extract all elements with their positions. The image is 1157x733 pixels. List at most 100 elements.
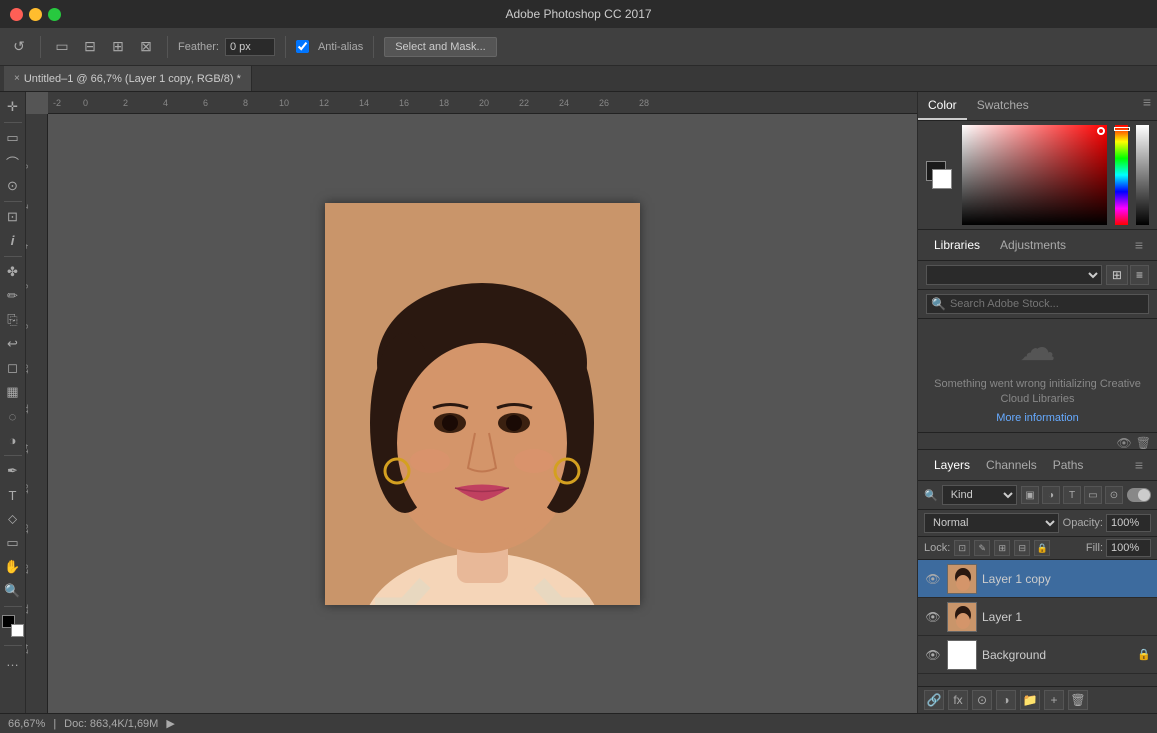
layer-visibility-layer1[interactable]: 👁 <box>924 610 942 624</box>
select-rect-icon[interactable]: ▭ <box>51 36 73 58</box>
layer-visibility-layer1copy[interactable]: 👁 <box>924 572 942 586</box>
background-color[interactable] <box>11 624 24 637</box>
eyedropper-tool-icon[interactable]: 𝒊 <box>2 230 24 252</box>
tab-close-icon[interactable]: × <box>14 73 20 84</box>
color-picker-row <box>918 121 1157 229</box>
svg-text:12: 12 <box>26 404 30 414</box>
eraser-tool-icon[interactable]: ◻ <box>2 357 24 379</box>
dodge-tool-icon[interactable]: ◑ <box>2 429 24 451</box>
select-rect-tool-icon[interactable]: ▭ <box>2 127 24 149</box>
layers-panel-menu-icon[interactable]: ≡ <box>1129 455 1149 475</box>
crop-tool-icon[interactable]: ⊡ <box>2 206 24 228</box>
filter-pixel-icon[interactable]: ▣ <box>1021 486 1039 504</box>
history-brush-icon[interactable]: ↩ <box>2 333 24 355</box>
libraries-dropdown[interactable] <box>926 265 1102 285</box>
shape-tool-icon[interactable]: ▭ <box>2 532 24 554</box>
add-fx-button[interactable]: fx <box>948 690 968 710</box>
color-panel-menu-icon[interactable]: ≡ <box>1137 92 1157 112</box>
clone-tool-icon[interactable]: ⎘ <box>2 309 24 331</box>
list-view-button[interactable]: ≡ <box>1130 265 1149 285</box>
filter-smart-icon[interactable]: ⊙ <box>1105 486 1123 504</box>
feather-input[interactable] <box>225 38 275 56</box>
svg-text:18: 18 <box>26 524 30 534</box>
lock-position-icon[interactable]: ✎ <box>974 540 990 556</box>
new-adjustment-button[interactable]: ◑ <box>996 690 1016 710</box>
select-subtract-icon[interactable]: ⊟ <box>79 36 101 58</box>
move-tool-icon[interactable]: ✛ <box>2 96 24 118</box>
tab-adjustments[interactable]: Adjustments <box>992 234 1074 256</box>
history-icon[interactable]: ↺ <box>8 36 30 58</box>
layer-item-background[interactable]: 👁 Background 🔒 <box>918 636 1157 674</box>
tab-channels[interactable]: Channels <box>978 454 1045 476</box>
add-mask-button[interactable]: ⊙ <box>972 690 992 710</box>
filter-type-icon[interactable]: T <box>1063 486 1081 504</box>
layer-item-layer1[interactable]: 👁 Layer 1 <box>918 598 1157 636</box>
layer-thumb-layer1 <box>947 602 977 632</box>
tool-separator-3 <box>4 256 22 257</box>
minimize-button[interactable] <box>29 8 42 21</box>
zoom-tool-icon[interactable]: 🔍 <box>2 580 24 602</box>
layer-item-layer1copy[interactable]: 👁 Layer 1 copy <box>918 560 1157 598</box>
tab-layers[interactable]: Layers <box>926 454 978 476</box>
libraries-more-info-link[interactable]: More information <box>996 412 1079 424</box>
libraries-toolbar: ⊞ ≡ <box>918 261 1157 290</box>
lock-artboard2-icon[interactable]: ⊟ <box>1014 540 1030 556</box>
canvas-image[interactable] <box>325 203 640 605</box>
hand-tool-icon[interactable]: ✋ <box>2 556 24 578</box>
libraries-eye-icon[interactable]: 👁 <box>1117 436 1132 450</box>
document-tab[interactable]: × Untitled–1 @ 66,7% (Layer 1 copy, RGB/… <box>4 66 252 91</box>
layer-kind-select[interactable]: Kind <box>942 485 1017 505</box>
select-mask-button[interactable]: Select and Mask... <box>384 37 497 57</box>
text-tool-icon[interactable]: T <box>2 484 24 506</box>
lock-pixels-icon[interactable]: ⊡ <box>954 540 970 556</box>
link-layers-button[interactable]: 🔗 <box>924 690 944 710</box>
maximize-button[interactable] <box>48 8 61 21</box>
libraries-search-input[interactable] <box>950 298 1144 310</box>
filter-shape-icon[interactable]: ▭ <box>1084 486 1102 504</box>
pen-tool-icon[interactable]: ✒ <box>2 460 24 482</box>
lasso-tool-icon[interactable]: ⌒ <box>2 151 24 173</box>
fill-input[interactable] <box>1106 539 1151 557</box>
quick-select-tool-icon[interactable]: ⊙ <box>2 175 24 197</box>
toolbar-separator-3 <box>285 36 286 58</box>
blend-mode-select[interactable]: Normal <box>924 513 1059 533</box>
libraries-search-bar: 🔍 <box>918 290 1157 319</box>
brightness-bar[interactable] <box>1136 125 1149 225</box>
antialias-checkbox[interactable] <box>296 40 309 53</box>
background-swatch[interactable] <box>932 169 952 189</box>
libraries-delete-icon[interactable]: 🗑 <box>1136 436 1151 450</box>
select-intersect-icon[interactable]: ⊠ <box>135 36 157 58</box>
new-layer-button[interactable]: + <box>1044 690 1064 710</box>
opacity-input[interactable] <box>1106 514 1151 532</box>
delete-layer-button[interactable]: 🗑 <box>1068 690 1088 710</box>
filter-adjustment-icon[interactable]: ◑ <box>1042 486 1060 504</box>
blur-tool-icon[interactable]: ◌ <box>2 405 24 427</box>
tab-paths[interactable]: Paths <box>1045 454 1092 476</box>
tab-color[interactable]: Color <box>918 92 967 120</box>
lock-artboard-icon[interactable]: ⊞ <box>994 540 1010 556</box>
tab-libraries[interactable]: Libraries <box>926 234 988 256</box>
status-arrow[interactable]: ▶ <box>166 717 174 730</box>
fg-bg-color[interactable] <box>2 615 24 637</box>
select-add-icon[interactable]: ⊞ <box>107 36 129 58</box>
new-group-button[interactable]: 📁 <box>1020 690 1040 710</box>
libraries-panel-menu-icon[interactable]: ≡ <box>1129 235 1149 255</box>
svg-text:22: 22 <box>519 98 529 108</box>
grid-view-button[interactable]: ⊞ <box>1106 265 1128 285</box>
close-button[interactable] <box>10 8 23 21</box>
layers-footer: 🔗 fx ⊙ ◑ 📁 + 🗑 <box>918 686 1157 713</box>
heal-tool-icon[interactable]: ✤ <box>2 261 24 283</box>
more-tools-icon[interactable]: … <box>2 650 24 672</box>
layer-visibility-background[interactable]: 👁 <box>924 648 942 662</box>
path-select-icon[interactable]: ⬦ <box>2 508 24 530</box>
tool-separator <box>4 122 22 123</box>
lock-all-icon[interactable]: 🔒 <box>1034 540 1050 556</box>
hue-bar[interactable] <box>1115 125 1128 225</box>
fg-bg-swatches[interactable] <box>926 161 952 189</box>
toolbar-separator-2 <box>167 36 168 58</box>
tab-swatches[interactable]: Swatches <box>967 92 1039 120</box>
brush-tool-icon[interactable]: ✏ <box>2 285 24 307</box>
color-spectrum[interactable] <box>962 125 1108 225</box>
gradient-tool-icon[interactable]: ▦ <box>2 381 24 403</box>
filter-toggle[interactable] <box>1127 488 1151 502</box>
